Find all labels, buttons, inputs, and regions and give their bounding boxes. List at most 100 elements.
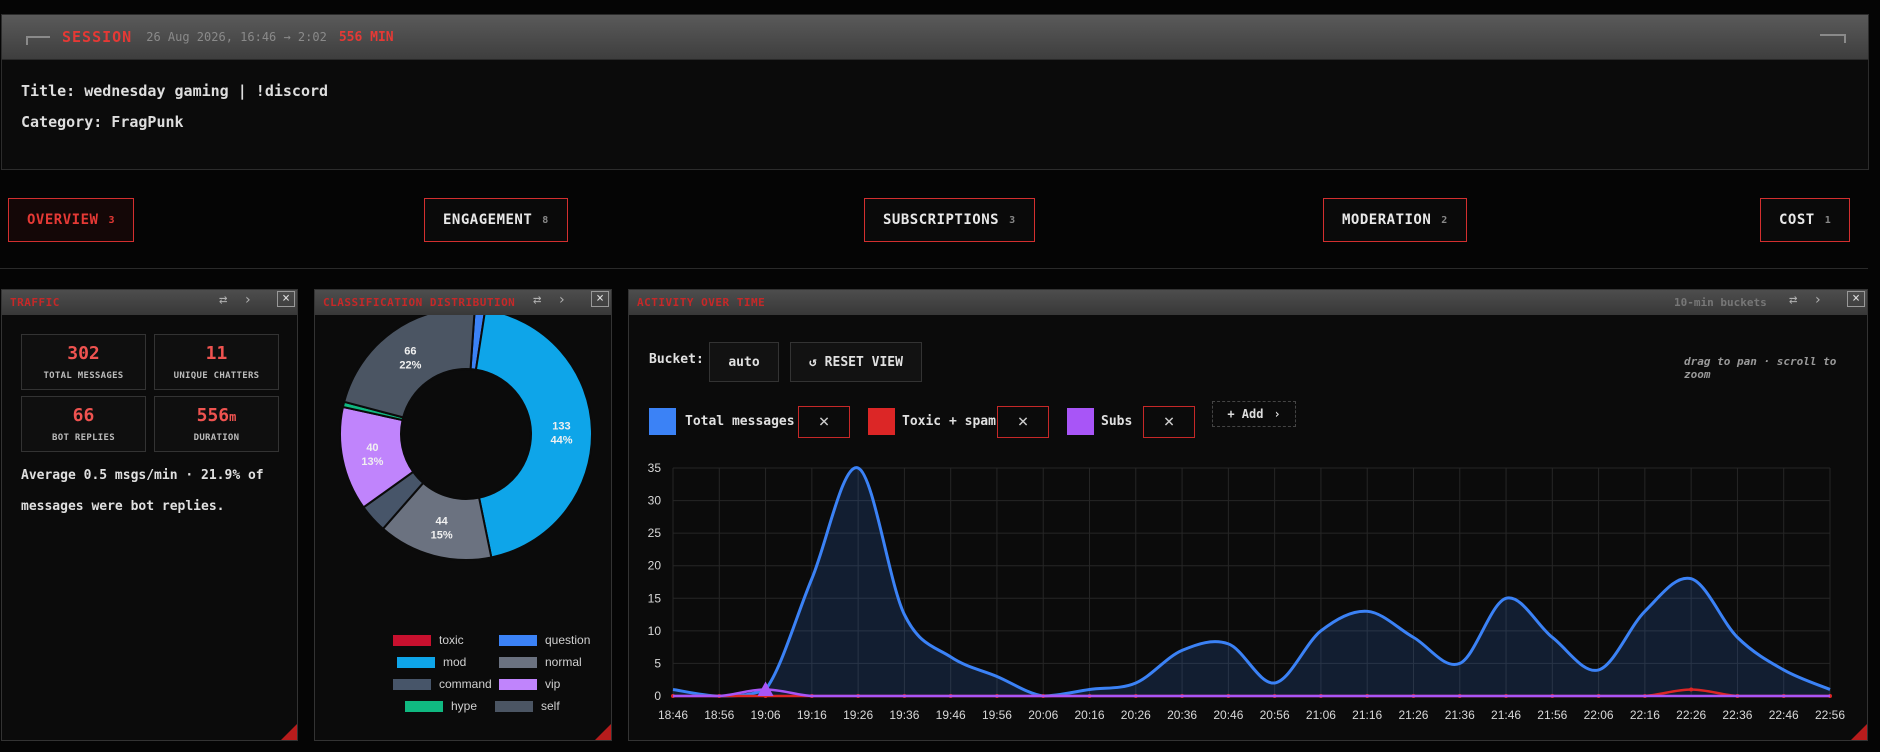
x-tick-label: 21:36 (1445, 708, 1475, 722)
x-tick-label: 22:46 (1769, 708, 1799, 722)
resize-handle[interactable] (595, 724, 611, 740)
legend-item-mod[interactable]: mod (397, 655, 466, 669)
tab-label: SUBSCRIPTIONS (883, 212, 1000, 228)
legend-swatch (495, 700, 533, 712)
legend-swatch (499, 656, 537, 668)
chevron-right-icon[interactable]: › (557, 292, 565, 308)
legend-item-hype[interactable]: hype (405, 699, 477, 713)
tab-engagement[interactable]: ENGAGEMENT 8 (424, 198, 568, 242)
donut-data-label: 22% (399, 359, 421, 371)
session-label: SESSION (62, 28, 133, 46)
x-tick-label: 18:46 (658, 708, 688, 722)
panel-header[interactable]: TRAFFIC ⇄ › × (2, 290, 297, 315)
tab-overview[interactable]: OVERVIEW 3 (8, 198, 134, 242)
tab-count: 3 (1009, 214, 1016, 226)
stat-unit: m (229, 410, 237, 424)
legend-item-normal[interactable]: normal (499, 655, 582, 669)
tab-cost[interactable]: COST 1 (1760, 198, 1851, 242)
x-tick-label: 22:36 (1722, 708, 1752, 722)
tab-label: MODERATION (1342, 212, 1432, 228)
y-tick-label: 5 (654, 656, 661, 670)
data-point[interactable] (1689, 687, 1694, 692)
x-tick-label: 19:26 (843, 708, 873, 722)
y-tick-label: 20 (648, 559, 662, 573)
x-tick-label: 20:16 (1075, 708, 1105, 722)
donut-data-label: 66 (404, 345, 416, 357)
classification-panel: CLASSIFICATION DISTRIBUTION ⇄ › × 133 44%… (314, 289, 612, 741)
chevron-right-icon[interactable]: › (243, 292, 251, 308)
panel-header[interactable]: CLASSIFICATION DISTRIBUTION ⇄ › × (315, 290, 611, 315)
x-tick-label: 19:36 (889, 708, 919, 722)
resize-handle[interactable] (281, 724, 297, 740)
donut-slice-mod[interactable] (474, 315, 593, 559)
close-icon[interactable]: × (591, 291, 609, 307)
legend-swatch (405, 700, 443, 712)
y-tick-label: 25 (648, 526, 662, 540)
legend-label: command (439, 677, 492, 691)
session-date-range: 26 Aug 2026, 16:46 → 2:02 (146, 30, 327, 44)
session-category: Category: FragPunk (21, 113, 184, 131)
y-tick-label: 35 (648, 461, 662, 475)
legend-item-command[interactable]: command (393, 677, 492, 691)
resize-handle[interactable] (1851, 724, 1867, 740)
donut-data-label: 44% (550, 435, 572, 447)
close-icon[interactable]: × (277, 291, 295, 307)
x-tick-label: 19:56 (982, 708, 1012, 722)
tab-count: 8 (542, 214, 549, 226)
y-tick-label: 10 (648, 624, 662, 638)
stat-value: 302 (67, 343, 100, 364)
x-tick-label: 19:46 (936, 708, 966, 722)
session-panel: SESSION 26 Aug 2026, 16:46 → 2:02 556 MI… (1, 14, 1869, 170)
tab-count: 2 (1441, 214, 1448, 226)
tab-moderation[interactable]: MODERATION 2 (1323, 198, 1467, 242)
swap-icon[interactable]: ⇄ (219, 292, 227, 308)
series-area-total (673, 467, 1830, 696)
tab-count: 1 (1824, 214, 1832, 226)
stat-value: 556 (196, 405, 230, 426)
legend-item-vip[interactable]: vip (499, 677, 560, 691)
stat-duration: 556m DURATION (154, 396, 279, 452)
x-tick-label: 22:06 (1584, 708, 1614, 722)
legend-label: hype (451, 699, 478, 713)
donut-data-label: 133 (552, 421, 570, 433)
x-tick-label: 21:46 (1491, 708, 1521, 722)
legend-item-toxic[interactable]: toxic (393, 633, 464, 647)
tab-subscriptions[interactable]: SUBSCRIPTIONS 3 (864, 198, 1035, 242)
session-duration: 556 MIN (338, 29, 394, 45)
legend-label: mod (443, 655, 467, 669)
x-tick-label: 21:56 (1537, 708, 1567, 722)
tab-label: COST (1779, 212, 1815, 228)
traffic-panel: TRAFFIC ⇄ › × 302 TOTAL MESSAGES 11 UNIQ… (1, 289, 298, 741)
x-tick-label: 22:16 (1630, 708, 1660, 722)
donut-data-label: 15% (431, 529, 453, 541)
x-tick-label: 20:36 (1167, 708, 1197, 722)
legend-label: vip (545, 677, 561, 691)
legend-swatch (499, 678, 537, 690)
stat-label: DURATION (193, 433, 240, 443)
x-tick-label: 21:16 (1352, 708, 1382, 722)
activity-panel: ACTIVITY OVER TIME 10-min buckets ⇄ › × … (628, 289, 1868, 741)
donut-data-label: 40 (366, 442, 378, 454)
y-tick-label: 0 (654, 689, 661, 703)
x-tick-label: 19:06 (751, 708, 781, 722)
session-title: Title: wednesday gaming | !discord (21, 82, 329, 100)
corner-bracket-right-icon (1820, 34, 1846, 43)
legend-item-self[interactable]: self (495, 699, 560, 713)
legend-label: question (545, 633, 591, 647)
session-header: SESSION 26 Aug 2026, 16:46 → 2:02 556 MI… (2, 15, 1868, 60)
legend-label: normal (545, 655, 582, 669)
activity-line-chart[interactable]: 0 5 10 15 20 25 30 35 18:46 18:56 19:06 19:16 19:26 1… (629, 290, 1867, 740)
x-tick-label: 22:56 (1815, 708, 1845, 722)
traffic-summary: Average 0.5 msgs/min · 21.9% of messages… (21, 468, 264, 514)
x-tick-label: 20:06 (1028, 708, 1058, 722)
tab-bar: OVERVIEW 3 ENGAGEMENT 8 SUBSCRIPTIONS 3 MOD… (0, 183, 1868, 269)
legend-label: self (541, 699, 560, 713)
swap-icon[interactable]: ⇄ (533, 292, 541, 308)
stat-bot-replies: 66 BOT REPLIES (21, 396, 146, 452)
stat-label: BOT REPLIES (52, 433, 115, 443)
stat-value: 11 (205, 343, 228, 364)
tab-label: ENGAGEMENT (443, 212, 533, 228)
legend-item-question[interactable]: question (499, 633, 590, 647)
x-tick-label: 18:56 (704, 708, 734, 722)
legend-label: toxic (439, 633, 464, 647)
